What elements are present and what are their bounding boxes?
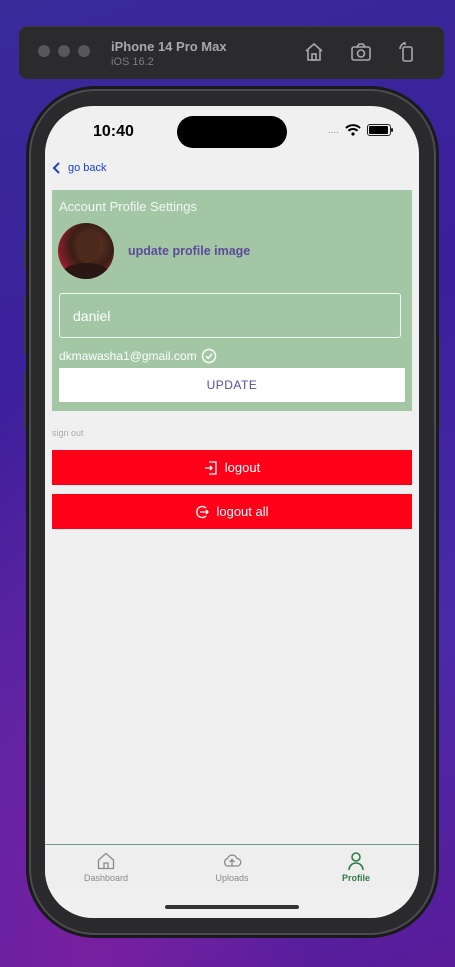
- verified-check-icon: [201, 348, 216, 364]
- rotate-icon[interactable]: [395, 40, 419, 64]
- person-icon: [348, 852, 364, 871]
- action-button: [24, 239, 30, 269]
- volume-up-button: [24, 296, 30, 354]
- wifi-icon: [345, 124, 361, 136]
- tab-bar: Dashboard Uploads Profile: [45, 844, 419, 889]
- minimize-window-button[interactable]: [58, 45, 70, 57]
- volume-down-button: [24, 371, 30, 429]
- home-icon[interactable]: [302, 40, 326, 64]
- chevron-left-icon: [52, 162, 60, 174]
- name-input[interactable]: daniel: [59, 293, 401, 338]
- os-version: iOS 16.2: [111, 56, 154, 68]
- logout-all-icon: [196, 505, 210, 518]
- tab-uploads-label: Uploads: [215, 873, 249, 883]
- home-indicator[interactable]: [165, 905, 299, 909]
- tab-profile[interactable]: Profile: [316, 851, 396, 883]
- tab-dashboard-label: Dashboard: [83, 873, 129, 883]
- update-profile-image-button[interactable]: update profile image: [128, 244, 250, 258]
- phone-screen: 10:40 .... go back Account Profile Setti…: [45, 106, 419, 918]
- zoom-window-button[interactable]: [78, 45, 90, 57]
- card-title: Account Profile Settings: [59, 199, 198, 214]
- screenshot-icon[interactable]: [349, 40, 373, 64]
- cloud-upload-icon: [223, 854, 242, 867]
- close-window-button[interactable]: [38, 45, 50, 57]
- sign-out-section-label: sign out: [52, 428, 84, 438]
- email-row: dkmawasha1@gmail.com: [59, 348, 217, 364]
- logout-label: logout: [224, 460, 261, 475]
- tab-uploads[interactable]: Uploads: [192, 851, 272, 883]
- profile-settings-card: Account Profile Settings update profile …: [52, 190, 412, 411]
- battery-icon: [367, 124, 393, 136]
- home-icon: [97, 852, 115, 870]
- logout-all-label: logout all: [216, 504, 269, 519]
- simulator-toolbar: iPhone 14 Pro Max iOS 16.2: [19, 26, 444, 79]
- go-back-link[interactable]: go back: [52, 162, 107, 174]
- signal-dots: ....: [327, 124, 339, 136]
- logout-button[interactable]: logout: [52, 450, 412, 485]
- tab-profile-label: Profile: [341, 873, 370, 883]
- avatar[interactable]: [58, 223, 114, 279]
- status-icons: ....: [327, 124, 393, 136]
- logout-all-button[interactable]: logout all: [52, 494, 412, 529]
- logout-icon: [204, 460, 217, 475]
- go-back-label: go back: [68, 162, 107, 174]
- status-time: 10:40: [93, 123, 134, 140]
- tab-dashboard[interactable]: Dashboard: [66, 851, 146, 883]
- power-button: [434, 336, 440, 428]
- email-text: dkmawasha1@gmail.com: [59, 349, 197, 363]
- dynamic-island: [177, 116, 287, 148]
- device-name: iPhone 14 Pro Max: [111, 39, 227, 54]
- update-button[interactable]: UPDATE: [59, 368, 405, 402]
